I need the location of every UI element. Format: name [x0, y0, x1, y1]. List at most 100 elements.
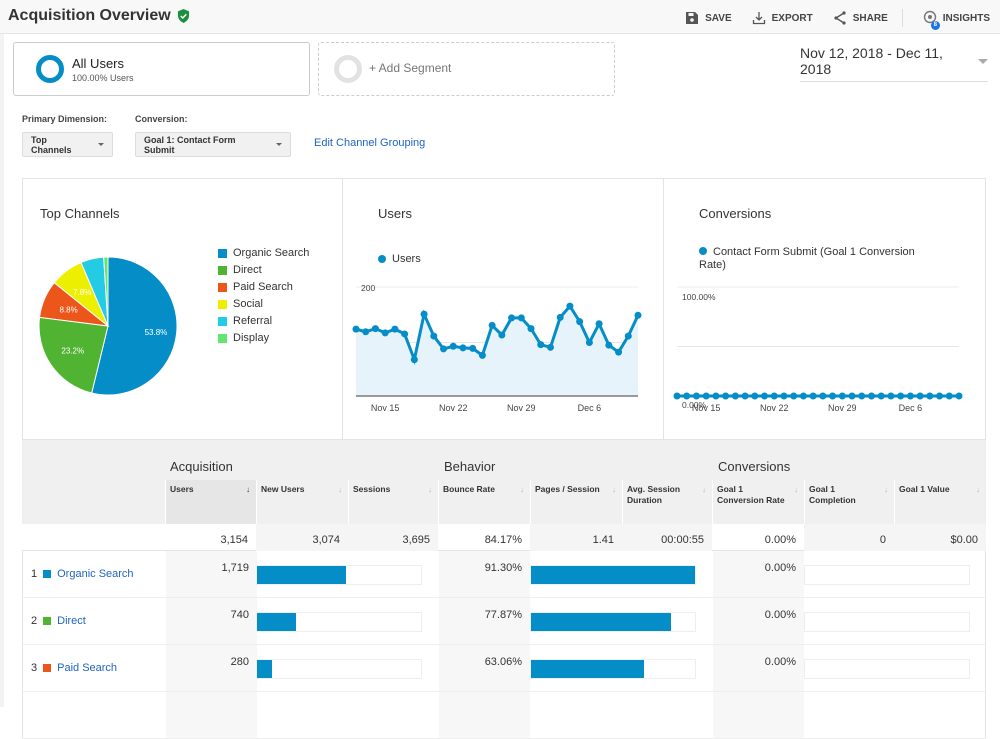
- sort-arrow-icon[interactable]: ↓: [338, 484, 342, 495]
- data-point[interactable]: [420, 310, 428, 318]
- data-point[interactable]: [829, 392, 837, 400]
- sort-arrow-icon[interactable]: ↓: [246, 484, 250, 495]
- legend-swatch: [218, 333, 227, 343]
- sort-arrow-icon[interactable]: ↓: [702, 484, 706, 495]
- data-point[interactable]: [877, 392, 885, 400]
- column-header-sessions[interactable]: Sessions ↓: [348, 480, 438, 524]
- data-point[interactable]: [770, 392, 778, 400]
- insights-button[interactable]: 8 INSIGHTS: [923, 10, 990, 30]
- column-header-avg-session-duration[interactable]: Avg. Session Duration ↓: [622, 480, 712, 524]
- data-point[interactable]: [527, 325, 535, 333]
- add-segment-button[interactable]: + Add Segment: [318, 42, 615, 96]
- data-point[interactable]: [692, 392, 700, 400]
- data-point[interactable]: [809, 392, 817, 400]
- conversion-dropdown[interactable]: Goal 1: Contact Form Submit: [135, 132, 291, 157]
- data-point[interactable]: [352, 325, 360, 333]
- sort-arrow-icon[interactable]: ↓: [428, 484, 432, 495]
- data-point[interactable]: [371, 325, 379, 333]
- data-point[interactable]: [517, 314, 525, 322]
- data-point[interactable]: [887, 392, 895, 400]
- legend-item-direct[interactable]: Direct: [218, 264, 262, 276]
- data-point[interactable]: [731, 392, 739, 400]
- data-point[interactable]: [936, 392, 944, 400]
- data-point[interactable]: [624, 332, 632, 340]
- data-point[interactable]: [576, 318, 584, 326]
- data-point[interactable]: [858, 392, 866, 400]
- data-point[interactable]: [410, 356, 418, 364]
- data-point[interactable]: [440, 345, 448, 353]
- data-point[interactable]: [848, 392, 856, 400]
- data-point[interactable]: [819, 392, 827, 400]
- legend-item-referral[interactable]: Referral: [218, 315, 272, 327]
- data-point[interactable]: [751, 392, 759, 400]
- column-header-users[interactable]: Users ↓: [165, 480, 256, 524]
- column-header-new-users[interactable]: New Users ↓: [256, 480, 348, 524]
- column-header-goal-1-value[interactable]: Goal 1 Value ↓: [894, 480, 986, 524]
- channel-link[interactable]: Organic Search: [57, 568, 133, 580]
- data-point[interactable]: [391, 325, 399, 333]
- data-point[interactable]: [469, 344, 477, 352]
- primary-dimension-dropdown[interactable]: Top Channels: [22, 132, 113, 157]
- area-fill: [356, 306, 638, 396]
- legend-item-organic-search[interactable]: Organic Search: [218, 247, 309, 259]
- data-point[interactable]: [741, 392, 749, 400]
- share-button[interactable]: SHARE: [833, 11, 888, 25]
- data-point[interactable]: [867, 392, 875, 400]
- data-point[interactable]: [615, 348, 623, 356]
- data-point[interactable]: [537, 341, 545, 349]
- legend-item-paid-search[interactable]: Paid Search: [218, 281, 293, 293]
- data-point[interactable]: [780, 392, 788, 400]
- data-point[interactable]: [566, 302, 574, 310]
- data-point[interactable]: [478, 351, 486, 359]
- column-header-bounce-rate[interactable]: Bounce Rate ↓: [438, 480, 530, 524]
- data-point[interactable]: [605, 341, 613, 349]
- save-button[interactable]: SAVE: [685, 11, 732, 25]
- data-point[interactable]: [916, 392, 924, 400]
- data-point[interactable]: [449, 342, 457, 350]
- data-point[interactable]: [790, 392, 798, 400]
- data-point[interactable]: [430, 332, 438, 340]
- data-point[interactable]: [799, 392, 807, 400]
- segment-all-users[interactable]: All Users 100.00% Users: [13, 42, 310, 96]
- data-point[interactable]: [488, 321, 496, 329]
- column-header-goal-1-conversion-rate[interactable]: Goal 1 Conversion Rate ↓: [712, 480, 804, 524]
- date-range-picker[interactable]: Nov 12, 2018 - Dec 11, 2018: [800, 45, 988, 82]
- data-point[interactable]: [945, 392, 953, 400]
- data-point[interactable]: [381, 329, 389, 337]
- data-point[interactable]: [595, 320, 603, 328]
- data-point[interactable]: [683, 392, 691, 400]
- export-button[interactable]: EXPORT: [752, 11, 813, 25]
- data-point[interactable]: [362, 328, 370, 336]
- sort-arrow-icon[interactable]: ↓: [976, 484, 980, 495]
- sort-arrow-icon[interactable]: ↓: [612, 484, 616, 495]
- data-point[interactable]: [634, 311, 642, 319]
- sort-arrow-icon[interactable]: ↓: [794, 484, 798, 495]
- data-point[interactable]: [498, 331, 506, 339]
- data-point[interactable]: [702, 392, 710, 400]
- data-point[interactable]: [722, 392, 730, 400]
- channel-link[interactable]: Direct: [57, 615, 86, 627]
- data-point[interactable]: [761, 392, 769, 400]
- data-point[interactable]: [897, 392, 905, 400]
- data-point[interactable]: [556, 313, 564, 321]
- legend-item-display[interactable]: Display: [218, 332, 269, 344]
- column-header-pages-session[interactable]: Pages / Session ↓: [530, 480, 622, 524]
- data-point[interactable]: [673, 392, 681, 400]
- data-point[interactable]: [926, 392, 934, 400]
- action-divider: [901, 9, 903, 27]
- sort-arrow-icon[interactable]: ↓: [520, 484, 524, 495]
- data-point[interactable]: [459, 344, 467, 352]
- edit-channel-grouping-link[interactable]: Edit Channel Grouping: [314, 137, 425, 149]
- data-point[interactable]: [508, 314, 516, 322]
- data-point[interactable]: [546, 343, 554, 351]
- channel-link[interactable]: Paid Search: [57, 662, 117, 674]
- data-point[interactable]: [955, 392, 963, 400]
- data-point[interactable]: [401, 330, 409, 338]
- data-point[interactable]: [712, 392, 720, 400]
- data-point[interactable]: [906, 392, 914, 400]
- data-point[interactable]: [838, 392, 846, 400]
- column-header-goal-1-completion[interactable]: Goal 1 Completion ↓: [804, 480, 894, 524]
- sort-arrow-icon[interactable]: ↓: [884, 484, 888, 495]
- legend-item-social[interactable]: Social: [218, 298, 263, 310]
- data-point[interactable]: [585, 339, 593, 346]
